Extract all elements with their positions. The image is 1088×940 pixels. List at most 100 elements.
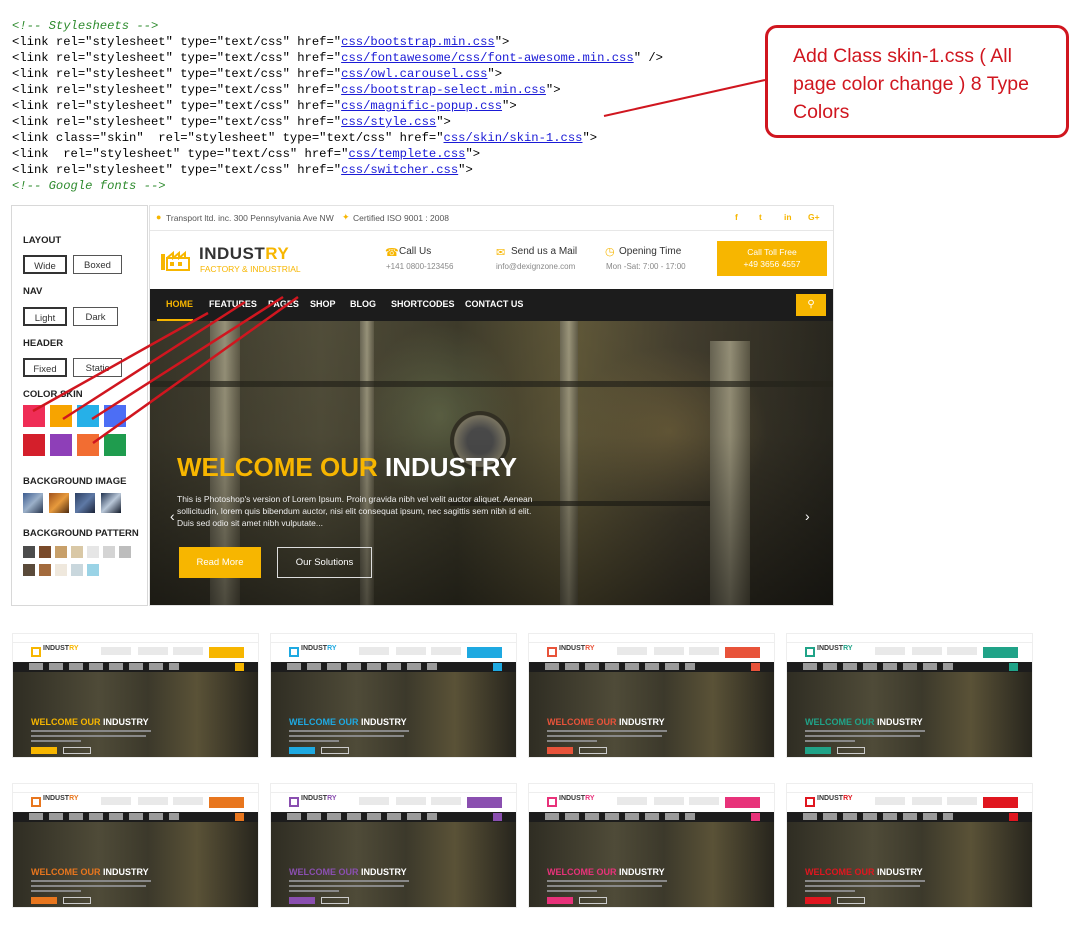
nav-item-contact-us[interactable]: CONTACT US [465,289,523,321]
nav-light-button[interactable]: Light [23,307,67,326]
read-more-button[interactable]: Read More [179,547,261,578]
stylesheet-link[interactable]: css/magnific-popup.css [341,99,502,113]
thumb-meta [875,797,905,805]
thumb-logo-icon [547,797,557,807]
header-static-button[interactable]: Static [73,358,122,377]
color-skin-swatch[interactable] [50,434,72,456]
thumb-logo-icon [805,797,815,807]
skin-thumbnail[interactable]: INDUSTRY WELCOME OUR INDUSTRY [12,633,259,758]
linkedin-icon[interactable]: in [784,212,792,222]
bg-pattern-option[interactable] [71,546,83,558]
thumb-text-line [31,740,81,742]
prev-arrow-icon[interactable]: ‹ [170,508,175,524]
bg-pattern-option[interactable] [71,564,83,576]
thumb-call-button [209,797,244,808]
thumb-title-rest: INDUSTRY [361,717,407,727]
thumb-meta [431,797,461,805]
code-line-suffix: "> [465,147,481,161]
color-skin-swatch[interactable] [77,434,99,456]
color-skin-swatch[interactable] [50,405,72,427]
thumb-meta [689,647,719,655]
stylesheet-link[interactable]: css/switcher.css [341,163,458,177]
thumb-meta [359,797,389,805]
our-solutions-button[interactable]: Our Solutions [277,547,372,578]
color-skin-swatch[interactable] [104,434,126,456]
layout-wide-button[interactable]: Wide [23,255,67,274]
bg-image-option[interactable] [23,493,43,513]
bg-pattern-option[interactable] [23,546,35,558]
skin-thumbnail[interactable]: INDUSTRY WELCOME OUR INDUSTRY [528,783,775,908]
thumb-text-line [289,740,339,742]
skin-thumbnail[interactable]: INDUSTRY WELCOME OUR INDUSTRY [528,633,775,758]
skin-thumbnail[interactable]: INDUSTRY WELCOME OUR INDUSTRY [270,633,517,758]
call-toll-free-button[interactable]: Call Toll Free +49 3656 4557 [717,241,827,276]
google-plus-icon[interactable]: G+ [808,212,820,222]
thumb-search-icon [235,813,244,821]
color-skin-swatch[interactable] [104,405,126,427]
layout-boxed-button[interactable]: Boxed [73,255,122,274]
header-fixed-button[interactable]: Fixed [23,358,67,377]
thumb-text-line [547,735,662,737]
thumb-brand-main: INDUST [817,795,844,802]
thumb-read-more-button [805,747,831,754]
thumb-brand-accent: RY [327,645,337,652]
thumb-logo-icon [31,797,41,807]
bg-pattern-option[interactable] [39,564,51,576]
next-arrow-icon[interactable]: › [805,508,810,524]
twitter-icon[interactable]: t [759,212,762,222]
skin-thumbnail[interactable]: INDUSTRY WELCOME OUR INDUSTRY [786,783,1033,908]
brand-name[interactable]: INDUSTRY [199,244,289,264]
stylesheet-link[interactable]: css/fontawesome/css/font-awesome.min.css [341,51,634,65]
thumb-search-icon [235,663,244,671]
bg-pattern-option[interactable] [55,564,67,576]
search-icon[interactable]: ⚲ [796,294,826,316]
bg-image-option[interactable] [49,493,69,513]
nav-item-shop[interactable]: SHOP [310,289,336,321]
stylesheet-link[interactable]: css/skin/skin-1.css [444,131,583,145]
color-skin-swatch[interactable] [23,434,45,456]
thumb-text-line [805,885,920,887]
brand-accent: RY [265,244,290,263]
bg-pattern-option[interactable] [23,564,35,576]
cta-line-2: +49 3656 4557 [743,259,801,269]
header-heading: HEADER [23,338,64,349]
skin-thumbnail[interactable]: INDUSTRY WELCOME OUR INDUSTRY [12,783,259,908]
color-skin-swatch[interactable] [77,405,99,427]
stylesheet-link[interactable]: css/style.css [341,115,436,129]
thumb-text-line [31,885,146,887]
thumb-nav-items [287,663,437,670]
skin-thumbnail[interactable]: INDUSTRY WELCOME OUR INDUSTRY [270,783,517,908]
stylesheet-link[interactable]: css/bootstrap.min.css [341,35,495,49]
bg-pattern-option[interactable] [39,546,51,558]
thumb-nav-items [803,813,953,820]
bg-pattern-option[interactable] [87,546,99,558]
thumb-brand-main: INDUST [301,645,328,652]
bg-pattern-option[interactable] [103,546,115,558]
nav-item-shortcodes[interactable]: SHORTCODES [391,289,455,321]
nav-item-blog[interactable]: BLOG [350,289,376,321]
facebook-icon[interactable]: f [735,212,738,222]
color-skin-swatch[interactable] [23,405,45,427]
thumb-solutions-button [837,897,865,904]
thumb-read-more-button [31,897,57,904]
logo-icon[interactable] [159,244,191,272]
bg-image-option[interactable] [75,493,95,513]
nav-item-pages[interactable]: PAGES [268,289,299,321]
bg-pattern-option[interactable] [87,564,99,576]
nav-dark-button[interactable]: Dark [73,307,118,326]
code-line-suffix: "> [582,131,598,145]
stylesheet-link[interactable]: css/templete.css [348,147,465,161]
bg-pattern-option[interactable] [55,546,67,558]
thumb-call-button [209,647,244,658]
stylesheet-link[interactable]: css/bootstrap-select.min.css [341,83,546,97]
nav-item-features[interactable]: FEATURES [209,289,257,321]
bg-image-option[interactable] [101,493,121,513]
code-line: <link rel="stylesheet" type="text/css" h… [12,50,663,66]
mail-icon: ✉ [496,247,506,259]
code-line: <link class="skin" rel="stylesheet" type… [12,130,663,146]
skin-thumbnail[interactable]: INDUSTRY WELCOME OUR INDUSTRY [786,633,1033,758]
stylesheet-link[interactable]: css/owl.carousel.css [341,67,487,81]
bg-pattern-option[interactable] [119,546,131,558]
thumb-text-line [547,740,597,742]
nav-item-home[interactable]: HOME [166,289,193,321]
